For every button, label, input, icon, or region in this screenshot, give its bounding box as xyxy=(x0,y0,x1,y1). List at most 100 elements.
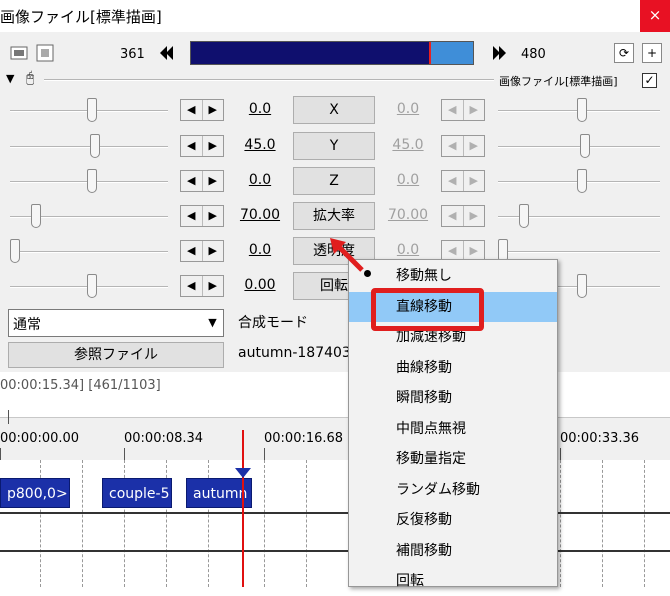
left-slider-track[interactable] xyxy=(10,146,168,148)
left-slider-thumb[interactable] xyxy=(87,169,97,193)
grid-icon[interactable] xyxy=(36,44,54,62)
param-button[interactable]: Z xyxy=(293,167,375,195)
timeline-cursor[interactable] xyxy=(242,430,244,587)
mouse-icon: 🖰 xyxy=(26,70,35,86)
decrement-icon[interactable]: ◀ xyxy=(181,136,203,156)
increment-icon: ▶ xyxy=(469,174,478,187)
increment-icon: ▶ xyxy=(469,103,478,116)
object-enable-checkbox[interactable]: ✓ xyxy=(642,73,657,88)
decrement-icon[interactable]: ◀ xyxy=(181,241,203,261)
end-value: 0.0 xyxy=(396,242,420,258)
major-tick xyxy=(264,448,265,460)
track-area[interactable] xyxy=(0,460,670,587)
decrement-icon[interactable]: ◀ xyxy=(181,171,203,191)
header-divider xyxy=(44,79,494,81)
right-stepper: ◀ ▶ xyxy=(441,135,485,157)
skip-end-icon[interactable] xyxy=(488,42,510,64)
menu-item[interactable]: 中間点無視 xyxy=(349,414,557,444)
start-value[interactable]: 0.0 xyxy=(236,172,284,188)
blend-mode-label: 合成モード xyxy=(238,315,308,331)
time-label: 00:00:16.68 xyxy=(264,431,344,446)
decrement-icon: ◀ xyxy=(442,206,464,226)
frame-start-number: 361 xyxy=(120,47,145,62)
end-value: 70.00 xyxy=(387,207,429,223)
refresh-icon[interactable]: ⟳ xyxy=(614,43,634,63)
seek-playhead[interactable] xyxy=(429,42,431,64)
increment-icon[interactable]: ▶ xyxy=(203,100,224,120)
decrement-icon[interactable]: ◀ xyxy=(181,276,203,296)
right-slider-thumb xyxy=(577,274,587,298)
menu-item[interactable]: ランダム移動 xyxy=(349,475,557,505)
left-stepper[interactable]: ◀ ▶ xyxy=(180,275,224,297)
close-button[interactable]: × xyxy=(640,0,670,32)
major-tick xyxy=(0,448,1,460)
seek-bar-remaining xyxy=(429,42,473,64)
end-value: 0.0 xyxy=(396,101,420,117)
right-stepper: ◀ ▶ xyxy=(441,205,485,227)
start-value[interactable]: 45.0 xyxy=(236,137,284,153)
left-stepper[interactable]: ◀ ▶ xyxy=(180,205,224,227)
end-value: 0.0 xyxy=(396,172,420,188)
collapse-triangle-icon[interactable]: ▼ xyxy=(6,72,14,85)
increment-icon: ▶ xyxy=(469,209,478,222)
grid-line xyxy=(306,460,307,587)
increment-icon[interactable]: ▶ xyxy=(203,206,224,226)
object-label: 画像ファイル[標準描画] xyxy=(499,75,618,88)
decrement-icon[interactable]: ◀ xyxy=(181,100,203,120)
menu-item[interactable]: 回転 xyxy=(349,566,557,596)
start-value[interactable]: 70.00 xyxy=(236,207,284,223)
increment-icon[interactable]: ▶ xyxy=(203,171,224,191)
menu-item[interactable]: 移動無し xyxy=(349,261,557,291)
menu-item[interactable]: 瞬間移動 xyxy=(349,383,557,413)
blend-mode-value: 通常 xyxy=(13,317,41,333)
left-slider-thumb[interactable] xyxy=(31,204,41,228)
grid-line xyxy=(82,460,83,587)
time-label: 00:00:33.36 xyxy=(560,431,640,446)
camera-icon[interactable] xyxy=(10,44,28,62)
param-button[interactable]: Y xyxy=(293,132,375,160)
highlight-annotation-box xyxy=(371,288,484,331)
left-slider-thumb[interactable] xyxy=(87,274,97,298)
time-label: 00:00:00.00 xyxy=(0,431,80,446)
decrement-icon[interactable]: ◀ xyxy=(181,206,203,226)
reference-file-button[interactable]: 参照ファイル xyxy=(8,342,224,368)
left-stepper[interactable]: ◀ ▶ xyxy=(180,170,224,192)
left-slider-track[interactable] xyxy=(10,251,168,253)
scroll-marker xyxy=(8,410,9,424)
start-value[interactable]: 0.0 xyxy=(236,242,284,258)
start-value[interactable]: 0.0 xyxy=(236,101,284,117)
chevron-down-icon[interactable]: ▼ xyxy=(202,310,223,336)
skip-start-icon[interactable] xyxy=(156,42,178,64)
timeline-clip[interactable]: couple-5 xyxy=(102,478,172,508)
decrement-icon: ◀ xyxy=(442,136,464,156)
increment-icon[interactable]: ▶ xyxy=(203,136,224,156)
cursor-head-icon[interactable] xyxy=(235,468,251,478)
menu-item[interactable]: 補間移動 xyxy=(349,536,557,566)
timeline-scrollbar[interactable] xyxy=(0,400,670,418)
left-stepper[interactable]: ◀ ▶ xyxy=(180,135,224,157)
right-stepper: ◀ ▶ xyxy=(441,99,485,121)
add-filter-button[interactable]: + xyxy=(642,43,662,63)
timeline-clip[interactable]: p800,0>こ xyxy=(0,478,70,508)
right-slider-thumb xyxy=(577,98,587,122)
menu-item[interactable]: 反復移動 xyxy=(349,505,557,535)
major-tick xyxy=(560,448,561,460)
menu-item[interactable]: 曲線移動 xyxy=(349,353,557,383)
param-button[interactable]: 拡大率 xyxy=(293,202,375,230)
grid-line xyxy=(602,460,603,587)
left-slider-thumb[interactable] xyxy=(87,98,97,122)
grid-line xyxy=(560,460,561,587)
left-stepper[interactable]: ◀ ▶ xyxy=(180,99,224,121)
time-readout: 00:00:15.34] [461/1103] xyxy=(0,378,161,393)
left-stepper[interactable]: ◀ ▶ xyxy=(180,240,224,262)
param-button[interactable]: X xyxy=(293,96,375,124)
left-slider-thumb[interactable] xyxy=(10,239,20,263)
right-slider-thumb xyxy=(577,169,587,193)
left-slider-thumb[interactable] xyxy=(90,134,100,158)
decrement-icon: ◀ xyxy=(442,100,464,120)
increment-icon[interactable]: ▶ xyxy=(203,241,224,261)
decrement-icon: ◀ xyxy=(442,241,464,261)
menu-item[interactable]: 移動量指定 xyxy=(349,444,557,474)
start-value[interactable]: 0.00 xyxy=(236,277,284,293)
increment-icon[interactable]: ▶ xyxy=(203,276,224,296)
